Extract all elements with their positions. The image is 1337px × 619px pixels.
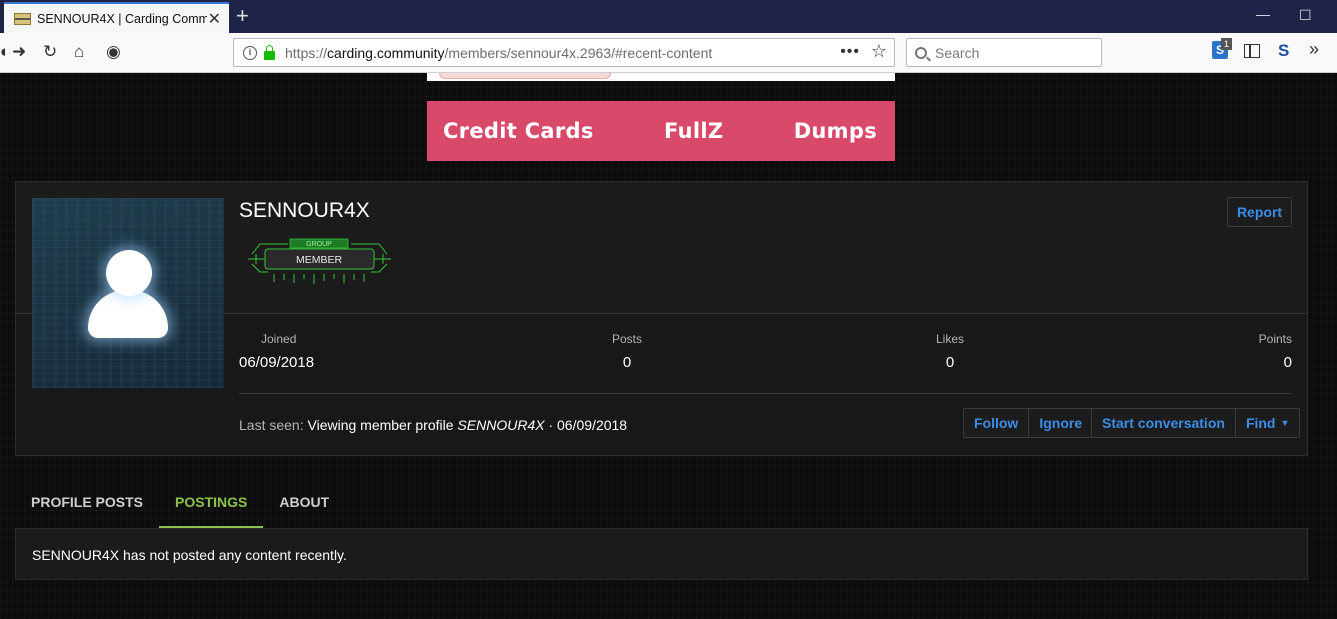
group-member-badge: GROUP MEMBER xyxy=(248,238,391,284)
avatar-user-head-icon xyxy=(106,250,152,296)
member-profile-card: SENNOUR4X GROUP MEMBER Report Joined 06/… xyxy=(15,181,1308,456)
bookmark-star-icon[interactable]: ☆ xyxy=(871,41,887,62)
browser-tab-bar: SENNOUR4X | Carding Community ✕ + — ☐ xyxy=(0,0,1337,33)
stat-posts-label: Posts xyxy=(612,332,643,346)
browser-search-input[interactable] xyxy=(935,44,1095,61)
stat-posts-value[interactable]: 0 xyxy=(612,354,642,371)
profile-tabs: PROFILE POSTS POSTINGS ABOUT xyxy=(15,481,345,528)
member-stats: Joined 06/09/2018 Posts 0 Likes 0 Points… xyxy=(239,332,1292,394)
stat-likes-label: Likes xyxy=(936,332,965,346)
stat-joined-value: 06/09/2018 xyxy=(239,354,315,371)
reload-icon[interactable]: ↻ xyxy=(43,42,57,62)
maximize-window-button[interactable]: ☐ xyxy=(1299,7,1312,24)
promo-link-credit-cards[interactable]: Credit Cards xyxy=(443,119,594,143)
promo-banner[interactable]: Credit Cards FullZ Dumps xyxy=(427,101,895,161)
last-seen: Last seen: Viewing member profile SENNOU… xyxy=(239,417,627,433)
ignore-button[interactable]: Ignore xyxy=(1029,409,1092,437)
last-seen-label: Last seen: xyxy=(239,417,304,433)
tab-title: SENNOUR4X | Carding Community xyxy=(37,11,207,26)
address-bar[interactable]: i https://carding.community/members/senn… xyxy=(233,38,895,67)
promo-link-fullz[interactable]: FullZ xyxy=(664,119,723,143)
home-icon[interactable]: ⌂ xyxy=(74,42,84,62)
last-seen-date: 06/09/2018 xyxy=(557,417,628,433)
last-seen-separator: · xyxy=(548,417,554,433)
stat-likes: Likes 0 xyxy=(936,332,964,371)
find-menu-button[interactable]: Find ▼ xyxy=(1236,409,1299,437)
last-seen-activity: Viewing member profile xyxy=(307,417,454,433)
username: SENNOUR4X xyxy=(239,199,370,222)
stat-likes-value: 0 xyxy=(945,354,955,371)
find-label: Find xyxy=(1245,415,1276,431)
extension-s2-icon[interactable]: S xyxy=(1278,41,1289,61)
stat-posts[interactable]: Posts 0 xyxy=(612,332,642,371)
last-seen-target[interactable]: SENNOUR4X xyxy=(457,417,544,433)
stat-joined: Joined 06/09/2018 xyxy=(239,332,314,371)
secure-lock-icon[interactable] xyxy=(264,45,275,60)
promo-link-dumps[interactable]: Dumps xyxy=(794,119,877,143)
close-tab-icon[interactable]: ✕ xyxy=(208,9,221,29)
overflow-menu-icon[interactable]: » xyxy=(1309,39,1319,60)
follow-ignore-group: Follow Ignore xyxy=(963,408,1094,438)
tab-postings[interactable]: POSTINGS xyxy=(159,481,264,528)
avatar[interactable] xyxy=(32,198,224,388)
tor-onion-icon[interactable]: ◉ xyxy=(106,42,121,62)
follow-button[interactable]: Follow xyxy=(964,409,1030,437)
minimize-window-button[interactable]: — xyxy=(1256,6,1270,22)
browser-tab-active[interactable]: SENNOUR4X | Carding Community ✕ xyxy=(4,2,229,33)
report-button[interactable]: Report xyxy=(1227,197,1292,227)
stat-points-label: Points xyxy=(1258,332,1292,346)
conversation-find-group: Start conversation Find ▼ xyxy=(1091,408,1301,438)
top-banner-remnant xyxy=(427,73,895,81)
browser-nav-bar: ◖ ➜ ↻ ⌂ ◉ i https://carding.community/me… xyxy=(0,33,1337,73)
back-arrow-icon[interactable]: ◖ xyxy=(0,42,8,62)
tab-profile-posts[interactable]: PROFILE POSTS xyxy=(15,481,159,528)
stat-points-value[interactable]: 0 xyxy=(1259,354,1292,371)
browser-search-box[interactable] xyxy=(906,38,1102,67)
start-conversation-button[interactable]: Start conversation xyxy=(1092,409,1236,437)
no-content-message: SENNOUR4X has not posted any content rec… xyxy=(32,547,347,563)
group-top-text: GROUP xyxy=(306,241,332,248)
new-tab-button[interactable]: + xyxy=(236,3,249,29)
url-text[interactable]: https://carding.community/members/sennou… xyxy=(285,45,712,61)
credit-card-favicon-icon xyxy=(14,12,31,25)
stat-points[interactable]: Points 0 xyxy=(1259,332,1292,371)
group-label-text: MEMBER xyxy=(296,254,343,266)
chevron-down-icon: ▼ xyxy=(1280,418,1290,428)
sidebar-toggle-icon[interactable] xyxy=(1244,44,1260,58)
extension-badge: 1 xyxy=(1221,38,1233,50)
page-content: Credit Cards FullZ Dumps SENNOUR4X GROUP… xyxy=(0,73,1337,619)
page-actions-menu-icon[interactable]: ••• xyxy=(840,43,860,61)
site-info-icon[interactable]: i xyxy=(243,45,257,60)
postings-panel: SENNOUR4X has not posted any content rec… xyxy=(15,528,1308,580)
tab-about[interactable]: ABOUT xyxy=(263,481,345,528)
stat-joined-label: Joined xyxy=(261,332,297,346)
search-icon xyxy=(915,46,927,59)
forward-arrow-icon[interactable]: ➜ xyxy=(12,42,26,62)
